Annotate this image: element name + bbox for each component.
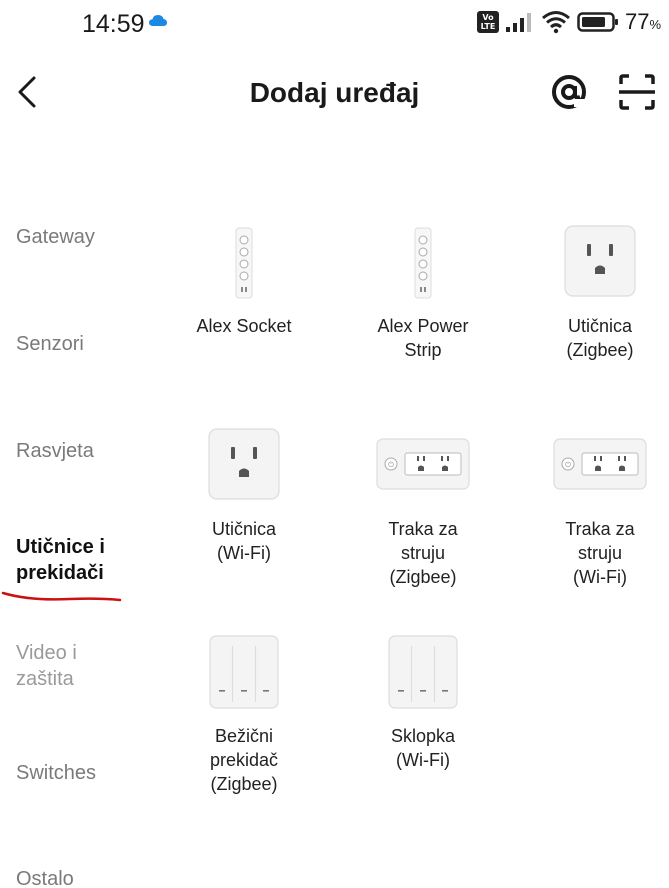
battery-value: 77 <box>624 9 650 34</box>
sidebar-item-video-i-zastita[interactable]: Video i zaštita <box>16 640 77 692</box>
sidebar-item-ostalo[interactable]: Ostalo <box>16 866 74 888</box>
sidebar-item-uticnice-i-prekidaci[interactable]: Utičnice i prekidači <box>16 534 105 586</box>
wall-outlet-icon <box>208 428 280 500</box>
battery-percent: 77% <box>625 9 661 35</box>
device-traka-za-struju-zigbee[interactable]: ⏻ Traka za struju (Zigbee) <box>338 425 508 589</box>
battery-icon <box>577 12 618 32</box>
active-underline <box>1 591 122 602</box>
wall-switch-icon <box>209 635 279 709</box>
device-label: Traka za struju (Wi-Fi) <box>565 519 635 587</box>
volte-line2: LTE <box>480 22 496 31</box>
sidebar-item-senzori[interactable]: Senzori <box>16 331 84 357</box>
device-alex-socket[interactable]: Alex Socket <box>159 222 329 338</box>
scan-frame-icon[interactable] <box>617 72 657 112</box>
status-time: 14:59 <box>82 10 145 38</box>
device-uticnica-wifi[interactable]: Utičnica (Wi-Fi) <box>159 425 329 565</box>
status-icons: Vo LTE 77% <box>476 9 661 35</box>
device-label: Sklopka (Wi-Fi) <box>390 726 456 770</box>
at-sign-icon[interactable] <box>549 72 589 112</box>
device-sklopka-wifi[interactable]: Sklopka (Wi-Fi) <box>338 632 508 772</box>
device-label: Bežični prekidač (Zigbee) <box>209 726 279 794</box>
header: Dodaj uređaj <box>0 60 669 130</box>
sidebar-item-rasvjeta[interactable]: Rasvjeta <box>16 438 94 464</box>
svg-text:⏻: ⏻ <box>388 461 394 469</box>
device-label: Alex Socket <box>196 316 292 336</box>
power-strip-horizontal-icon: ⏻ <box>553 438 647 490</box>
device-label: Utičnica (Wi-Fi) <box>211 519 277 563</box>
back-button[interactable] <box>12 74 42 110</box>
sidebar-item-gateway[interactable]: Gateway <box>16 224 95 250</box>
device-alex-power-strip[interactable]: Alex Power Strip <box>338 222 508 362</box>
cloud-icon <box>149 15 167 26</box>
sidebar-item-switches[interactable]: Switches <box>16 760 96 786</box>
svg-text:⏻: ⏻ <box>565 461 571 469</box>
wall-switch-icon <box>388 635 458 709</box>
power-strip-vertical-icon <box>235 227 253 299</box>
battery-unit: % <box>649 17 661 32</box>
signal-icon <box>505 13 531 32</box>
wifi-icon <box>541 11 570 34</box>
wall-outlet-icon <box>564 225 636 297</box>
device-traka-za-struju-wifi[interactable]: ⏻ Traka za struju (Wi-Fi) <box>515 425 669 589</box>
power-strip-vertical-icon <box>414 227 432 299</box>
device-label: Alex Power Strip <box>377 316 469 360</box>
volte-icon: Vo LTE <box>476 11 499 33</box>
device-label: Utičnica (Zigbee) <box>566 316 634 360</box>
status-bar: 14:59 Vo LTE 77% <box>0 0 669 46</box>
power-strip-horizontal-icon: ⏻ <box>376 438 470 490</box>
volte-line1: Vo <box>482 13 494 22</box>
device-label: Traka za struju (Zigbee) <box>388 519 458 587</box>
device-bezicni-prekidac-zigbee[interactable]: Bežični prekidač (Zigbee) <box>159 632 329 796</box>
device-uticnica-zigbee[interactable]: Utičnica (Zigbee) <box>515 222 669 362</box>
